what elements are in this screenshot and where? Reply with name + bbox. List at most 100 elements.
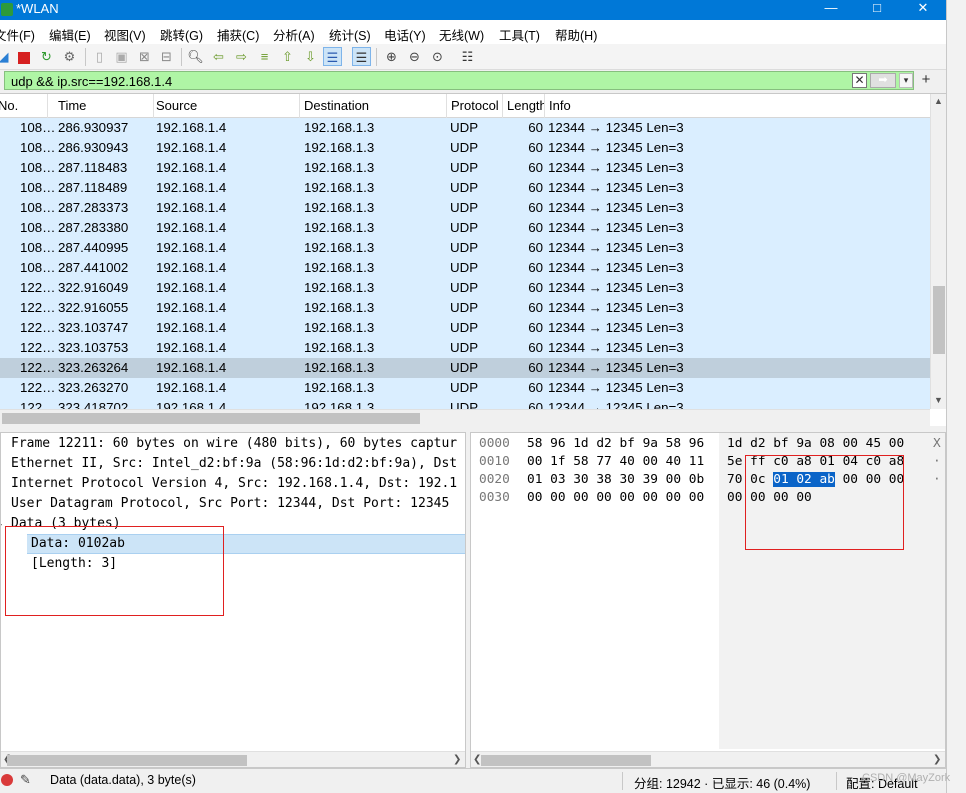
packet-row[interactable]: 122… 323.103753 192.168.1.4 192.168.1.3 …: [0, 338, 930, 358]
menu-telephony[interactable]: 电话(Y): [384, 25, 426, 44]
column-header-protocol[interactable]: Protocol: [447, 94, 503, 118]
reload-file-icon[interactable]: ⊟: [157, 47, 176, 66]
menu-capture[interactable]: 捕获(C): [217, 25, 259, 44]
clear-filter-icon[interactable]: ✕: [852, 73, 867, 88]
go-last-icon[interactable]: ⇩: [301, 47, 320, 66]
scroll-right-icon[interactable]: ❯: [933, 754, 941, 765]
scrollbar-thumb[interactable]: [7, 755, 247, 766]
column-header-time[interactable]: Time: [54, 94, 154, 118]
menu-go[interactable]: 跳转(G): [160, 25, 203, 44]
packet-row-selected[interactable]: 122… 323.263264 192.168.1.4 192.168.1.3 …: [0, 358, 930, 378]
scrollbar-thumb[interactable]: [481, 755, 651, 766]
packet-row[interactable]: 122… 323.263270 192.168.1.4 192.168.1.3 …: [0, 378, 930, 398]
tree-expander-icon[interactable]: ›: [1, 494, 3, 514]
detail-udp[interactable]: User Datagram Protocol, Src Port: 12344,…: [11, 494, 449, 514]
menu-analyze[interactable]: 分析(A): [273, 25, 315, 44]
packet-row[interactable]: 108… 287.441002 192.168.1.4 192.168.1.3 …: [0, 258, 930, 278]
packet-row[interactable]: 108… 287.118489 192.168.1.4 192.168.1.3 …: [0, 178, 930, 198]
packet-row[interactable]: 122… 323.103747 192.168.1.4 192.168.1.3 …: [0, 318, 930, 338]
packet-no: 122…: [20, 400, 54, 409]
menu-wireless[interactable]: 无线(W): [439, 25, 484, 44]
expert-info-red-icon[interactable]: [1, 774, 13, 786]
shark-fin-start-icon[interactable]: ◢: [0, 47, 13, 66]
restart-capture-icon[interactable]: ↻: [37, 47, 56, 66]
scrollbar-thumb[interactable]: [933, 286, 945, 354]
packet-list-vertical-scrollbar[interactable]: ▲ ▼: [930, 94, 946, 409]
stop-capture-icon[interactable]: [14, 47, 33, 66]
go-to-packet-icon[interactable]: ≡: [255, 47, 274, 66]
byte-hex[interactable]: 58 96 1d d2 bf 9a 58 96: [527, 435, 704, 453]
minimize-icon[interactable]: —: [808, 0, 854, 20]
byte-hex[interactable]: 00 1f 58 77 40 00 40 11: [527, 453, 704, 471]
packet-row[interactable]: 108… 287.118483 192.168.1.4 192.168.1.3 …: [0, 158, 930, 178]
zoom-out-icon[interactable]: ⊖: [405, 47, 424, 66]
packet-list-horizontal-scrollbar[interactable]: [0, 409, 930, 426]
packet-row[interactable]: 108… 287.283373 192.168.1.4 192.168.1.3 …: [0, 198, 930, 218]
byte-hex[interactable]: 1d d2 bf 9a 08 00 45 00: [727, 435, 904, 453]
auto-scroll-icon[interactable]: ☰: [323, 47, 342, 66]
zoom-normal-icon[interactable]: ⊙: [428, 47, 447, 66]
scroll-up-icon[interactable]: ▲: [934, 96, 943, 106]
packet-info: 12344 → 12345 Len=3: [548, 260, 684, 275]
maximize-icon[interactable]: □: [854, 0, 900, 20]
packet-row[interactable]: 122… 323.418702 192.168.1.4 192.168.1.3 …: [0, 398, 930, 409]
tree-expander-icon[interactable]: ›: [1, 434, 3, 454]
menu-tools[interactable]: 工具(T): [499, 25, 540, 44]
open-file-icon[interactable]: ▯: [90, 47, 109, 66]
tree-expander-icon[interactable]: ›: [1, 474, 3, 494]
packet-row[interactable]: 122… 322.916055 192.168.1.4 192.168.1.3 …: [0, 298, 930, 318]
save-file-icon[interactable]: ▣: [112, 47, 131, 66]
scroll-right-icon[interactable]: ❯: [453, 754, 461, 765]
apply-filter-arrow-icon[interactable]: ➡: [870, 73, 896, 88]
column-header-source[interactable]: Source: [152, 94, 300, 118]
zoom-in-icon[interactable]: ⊕: [382, 47, 401, 66]
packet-time: 322.916055: [58, 300, 129, 315]
capture-options-icon[interactable]: ⚙: [60, 47, 79, 66]
column-header-length[interactable]: Length: [503, 94, 545, 118]
go-back-icon[interactable]: ⇦: [209, 47, 228, 66]
colorize-icon[interactable]: ☰: [352, 47, 371, 66]
packet-protocol: UDP: [450, 240, 479, 255]
packet-row[interactable]: 108… 287.283380 192.168.1.4 192.168.1.3 …: [0, 218, 930, 238]
packet-row[interactable]: 108… 287.440995 192.168.1.4 192.168.1.3 …: [0, 238, 930, 258]
packet-destination: 192.168.1.3: [304, 160, 375, 175]
close-icon[interactable]: ✕: [900, 0, 946, 20]
tree-collapse-icon[interactable]: ⌄: [1, 514, 3, 534]
detail-frame[interactable]: Frame 12211: 60 bytes on wire (480 bits)…: [11, 434, 457, 454]
go-first-icon[interactable]: ⇧: [278, 47, 297, 66]
byte-ascii[interactable]: ·: [933, 471, 941, 489]
packet-source: 192.168.1.4: [156, 260, 227, 275]
column-header-info[interactable]: Info: [545, 94, 931, 118]
close-file-icon[interactable]: ⊠: [135, 47, 154, 66]
byte-hex[interactable]: 01 03 30 38 30 39 00 0b: [527, 471, 704, 489]
menu-help[interactable]: 帮助(H): [555, 25, 597, 44]
find-packet-icon[interactable]: 🔍︎: [186, 47, 205, 66]
packet-row[interactable]: 122… 322.916049 192.168.1.4 192.168.1.3 …: [0, 278, 930, 298]
edit-comment-icon[interactable]: ✎: [20, 772, 31, 788]
byte-ascii[interactable]: X: [933, 435, 941, 453]
column-header-no[interactable]: No.: [0, 94, 48, 118]
scrollbar-thumb[interactable]: [2, 413, 420, 424]
details-horizontal-scrollbar[interactable]: ❮ ❯: [1, 751, 465, 767]
filter-history-dropdown-icon[interactable]: ▾: [899, 73, 913, 88]
byte-hex[interactable]: 00 00 00 00 00 00 00 00: [527, 489, 704, 507]
packet-row[interactable]: 108… 286.930937 192.168.1.4 192.168.1.3 …: [0, 118, 930, 138]
menu-file[interactable]: 文件(F): [0, 25, 35, 44]
byte-ascii[interactable]: ·: [933, 453, 941, 471]
menu-statistics[interactable]: 统计(S): [329, 25, 371, 44]
go-forward-icon[interactable]: ⇨: [232, 47, 251, 66]
add-filter-button[interactable]: +: [919, 72, 933, 88]
packet-row[interactable]: 108… 286.930943 192.168.1.4 192.168.1.3 …: [0, 138, 930, 158]
bytes-horizontal-scrollbar[interactable]: ❮ ❯: [471, 751, 945, 767]
resize-columns-icon[interactable]: ☷: [458, 47, 477, 66]
scroll-down-icon[interactable]: ▼: [934, 395, 943, 405]
menu-edit[interactable]: 编辑(E): [49, 25, 91, 44]
tree-expander-icon[interactable]: ›: [1, 454, 3, 474]
column-header-destination[interactable]: Destination: [300, 94, 447, 118]
detail-ethernet[interactable]: Ethernet II, Src: Intel_d2:bf:9a (58:96:…: [11, 454, 457, 474]
packet-time: 323.263270: [58, 380, 129, 395]
display-filter-input[interactable]: [4, 71, 914, 90]
packet-length: 60: [528, 200, 543, 215]
menu-view[interactable]: 视图(V): [104, 25, 146, 44]
detail-ipv4[interactable]: Internet Protocol Version 4, Src: 192.16…: [11, 474, 457, 494]
